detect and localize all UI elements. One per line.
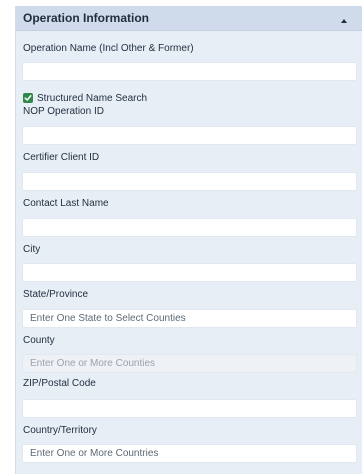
city-label: City xyxy=(23,244,41,255)
zip-postal-code-input[interactable] xyxy=(22,399,357,418)
structured-name-search-label: Structured Name Search xyxy=(37,92,148,104)
certifier-client-id-input[interactable] xyxy=(22,172,357,191)
state-province-input[interactable] xyxy=(22,309,357,328)
structured-name-search-checkbox[interactable]: Structured Name Search xyxy=(23,92,147,104)
panel-title: Operation Information xyxy=(23,11,149,25)
contact-last-name-input[interactable] xyxy=(22,218,357,237)
operation-name-input[interactable] xyxy=(22,62,357,81)
county-input[interactable] xyxy=(22,354,357,373)
operation-name-label: Operation Name (Incl Other & Former) xyxy=(23,43,194,54)
checkmark-icon[interactable] xyxy=(23,93,33,103)
country-territory-input[interactable] xyxy=(22,444,357,463)
certifier-client-id-label: Certifier Client ID xyxy=(23,152,100,163)
county-label: County xyxy=(23,335,55,346)
operation-information-panel: Operation Information Operation Name (In… xyxy=(15,6,362,474)
zip-postal-code-label: ZIP/Postal Code xyxy=(23,378,96,389)
country-territory-label: Country/Territory xyxy=(23,425,97,436)
panel-header[interactable]: Operation Information xyxy=(16,6,362,31)
caret-up-icon[interactable] xyxy=(339,13,349,23)
contact-last-name-label: Contact Last Name xyxy=(23,198,109,209)
state-province-label: State/Province xyxy=(23,289,89,300)
nop-operation-id-label: NOP Operation ID xyxy=(23,106,104,117)
nop-operation-id-input[interactable] xyxy=(22,126,357,145)
city-input[interactable] xyxy=(22,263,357,282)
